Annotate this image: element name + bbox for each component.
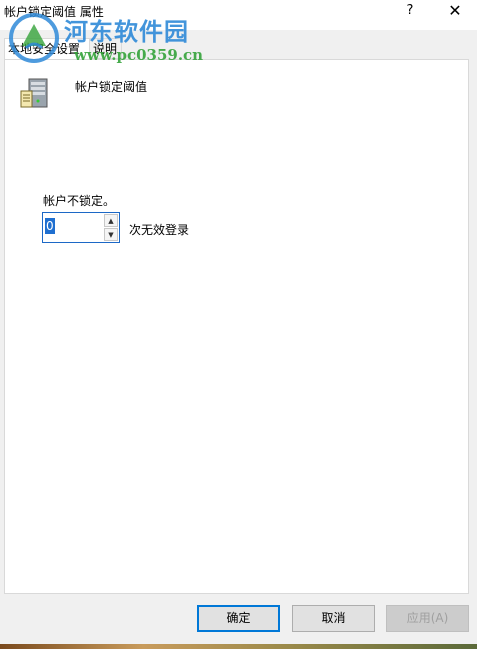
tab-local-security-setting[interactable]: 本地安全设置 [4,38,90,61]
spin-down-button[interactable]: ▼ [104,228,118,241]
tab-panel: 帐户锁定阈值 帐户不锁定。 0 ▲ ▼ 次无效登录 [4,59,469,594]
apply-button[interactable]: 应用(A) [386,605,469,632]
spin-up-button[interactable]: ▲ [104,214,118,227]
help-button[interactable]: ? [398,0,422,22]
ok-button[interactable]: 确定 [197,605,280,632]
close-button[interactable]: ✕ [443,0,467,22]
cancel-button[interactable]: 取消 [292,605,375,632]
threshold-stepper[interactable]: 0 ▲ ▼ [42,212,120,243]
invalid-logon-label: 次无效登录 [129,223,190,237]
window-title: 帐户锁定阈值 属性 [4,5,104,19]
title-bar: 帐户锁定阈值 属性 ? ✕ [0,0,477,30]
tab-explain[interactable]: 说明 [90,38,122,59]
policy-name: 帐户锁定阈值 [75,80,148,94]
lockout-status-text: 帐户不锁定。 [43,194,116,208]
threshold-value[interactable]: 0 [45,218,55,234]
server-policy-icon [20,78,48,108]
desktop-background-strip [0,644,477,649]
